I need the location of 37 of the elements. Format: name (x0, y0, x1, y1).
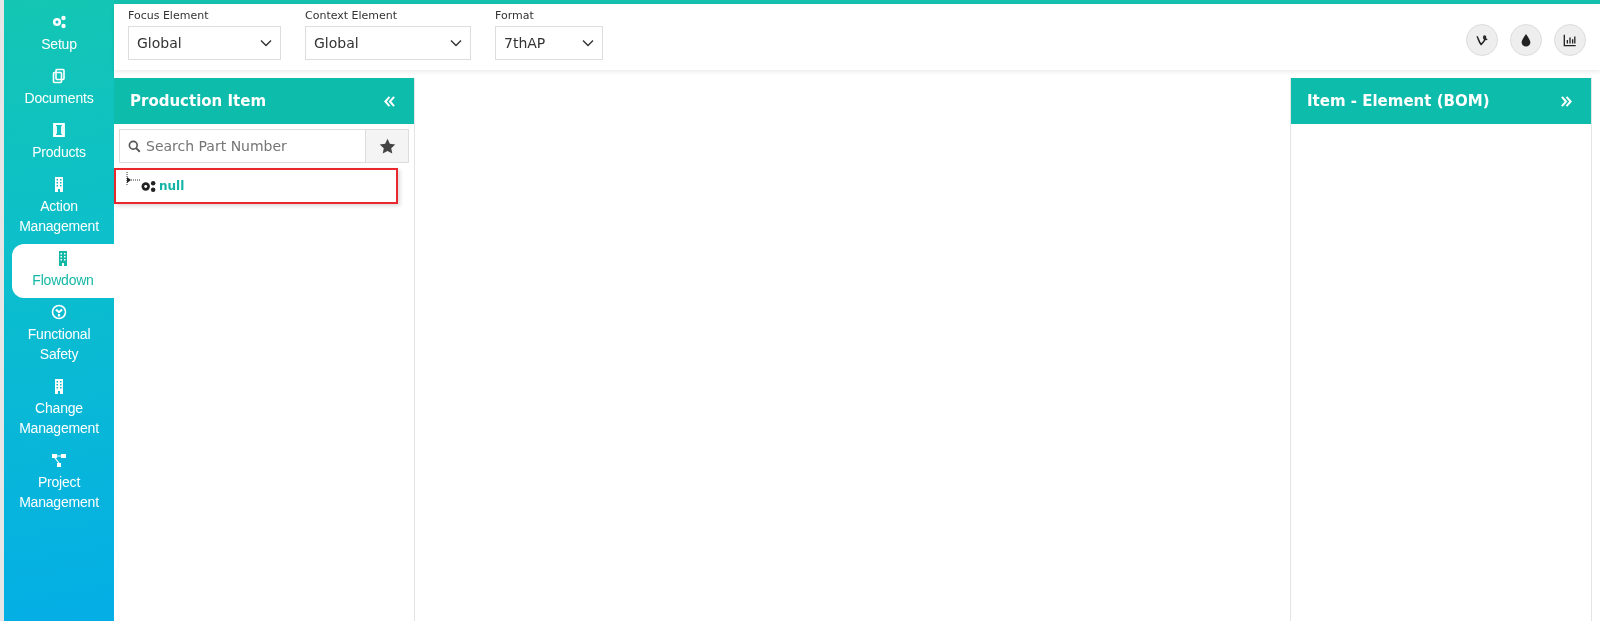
sidebar-item[interactable]: Setup (4, 8, 114, 62)
sidebar-item[interactable]: Functional Safety (4, 298, 114, 372)
hazard-icon (51, 304, 67, 320)
chart-button[interactable] (1554, 24, 1586, 56)
vine-icon (1475, 33, 1489, 47)
favorites-button[interactable] (366, 129, 409, 163)
dropdown-select[interactable]: Global (128, 26, 281, 60)
chevron-down-icon (450, 39, 462, 47)
drop-button[interactable] (1510, 24, 1542, 56)
frame-icon (51, 122, 67, 138)
dropdown-select[interactable]: Global (305, 26, 471, 60)
sitemap-icon (51, 452, 67, 468)
search-field[interactable]: Search Part Number (119, 129, 366, 163)
panel-title: Item - Element (BOM) (1307, 92, 1490, 110)
sidebar-item[interactable]: Flowdown (12, 244, 114, 298)
dropdown-select[interactable]: 7thAP (495, 26, 603, 60)
star-icon (378, 137, 396, 155)
copy-icon (51, 68, 67, 84)
expand-arrow-icon[interactable] (126, 172, 140, 186)
sidebar-item[interactable]: Products (4, 116, 114, 170)
tree-item[interactable]: null (114, 168, 398, 204)
drop-icon (1519, 33, 1533, 47)
sidebar-item[interactable]: Change Management (4, 372, 114, 446)
panel-title: Production Item (130, 92, 267, 110)
gears-icon (140, 179, 157, 193)
chevron-down-icon (260, 39, 272, 47)
search-icon (128, 140, 141, 153)
chevron-down-icon (582, 39, 594, 47)
filter-label: Focus Element (128, 8, 210, 24)
filter-label: Format (495, 8, 535, 24)
sidebar-item[interactable]: Documents (4, 62, 114, 116)
sidebar-item[interactable]: Action Management (4, 170, 114, 244)
vine-button[interactable] (1466, 24, 1498, 56)
sidebar-item[interactable]: Project Management (4, 446, 114, 520)
filter-label: Context Element (305, 8, 399, 24)
gears-icon (51, 14, 67, 30)
bar-chart-icon (1563, 33, 1577, 47)
